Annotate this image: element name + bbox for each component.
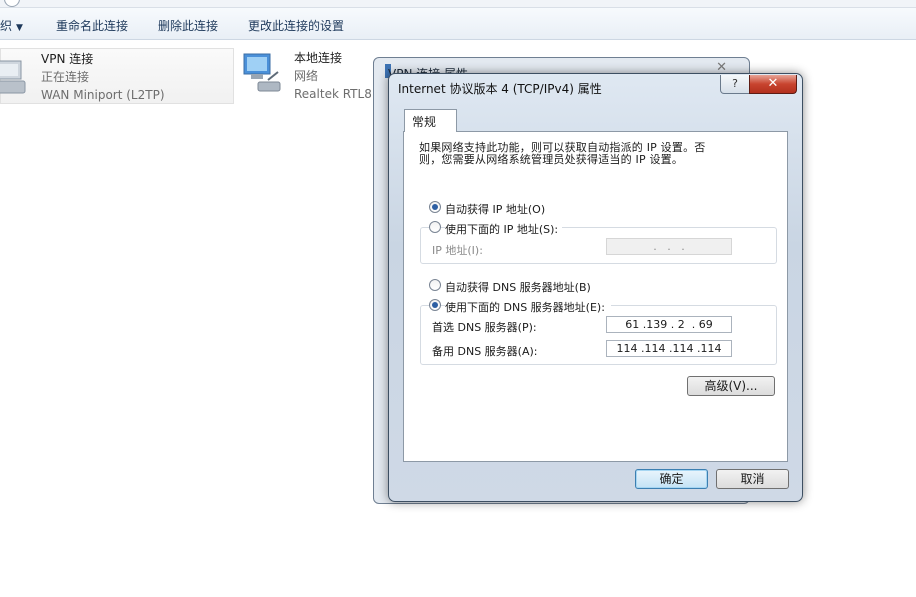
change-connection-settings-button[interactable]: 更改此连接的设置 bbox=[248, 17, 344, 34]
dns-auto-label[interactable]: 自动获得 DNS 服务器地址(B) bbox=[445, 279, 591, 295]
general-panel: 如果网络支持此功能，则可以获取自动指派的 IP 设置。否 则，您需要从网络系统管… bbox=[403, 131, 788, 462]
connection-status: 网络 bbox=[294, 69, 319, 83]
alternate-dns-field[interactable]: 114 .114 .114 .114 bbox=[606, 340, 732, 357]
ip-address-label: IP 地址(I): bbox=[432, 244, 483, 257]
dns-auto-radio[interactable] bbox=[429, 279, 441, 291]
ip-manual-label[interactable]: 使用下面的 IP 地址(S): bbox=[445, 221, 563, 237]
preferred-dns-field[interactable]: 61 .139 . 2 . 69 bbox=[606, 316, 732, 333]
cancel-button[interactable]: 取消 bbox=[716, 469, 789, 489]
preferred-dns-label: 首选 DNS 服务器(P): bbox=[432, 321, 537, 334]
connection-item-local[interactable]: 本地连接 网络 Realtek RTL81 bbox=[240, 48, 390, 104]
ip-address-field[interactable]: . . . bbox=[606, 238, 732, 255]
connection-device: WAN Miniport (L2TP) bbox=[41, 88, 165, 102]
ok-button[interactable]: 确定 bbox=[635, 469, 708, 489]
advanced-button[interactable]: 高级(V)... bbox=[687, 376, 775, 396]
delete-connection-button[interactable]: 删除此连接 bbox=[158, 17, 218, 34]
chevron-down-icon: ▼ bbox=[16, 23, 23, 33]
connection-device: Realtek RTL81 bbox=[294, 87, 380, 101]
window-top-strip bbox=[0, 0, 916, 8]
ip-auto-label[interactable]: 自动获得 IP 地址(O) bbox=[445, 201, 545, 217]
dns-manual-label[interactable]: 使用下面的 DNS 服务器地址(E): bbox=[445, 299, 611, 315]
connection-item-vpn[interactable]: VPN 连接 正在连接 WAN Miniport (L2TP) bbox=[0, 48, 234, 104]
network-connection-icon bbox=[243, 53, 281, 92]
alternate-dns-label: 备用 DNS 服务器(A): bbox=[432, 345, 538, 358]
ipv4-properties-dialog: Internet 协议版本 4 (TCP/IPv4) 属性 ? ✕ 常规 如果网… bbox=[388, 73, 803, 502]
tab-general[interactable]: 常规 bbox=[404, 109, 457, 132]
help-button[interactable]: ? bbox=[720, 75, 750, 94]
dns-manual-radio[interactable] bbox=[429, 299, 441, 311]
dialog-title: Internet 协议版本 4 (TCP/IPv4) 属性 bbox=[398, 82, 602, 96]
connection-name: 本地连接 bbox=[294, 51, 343, 65]
rename-connection-button[interactable]: 重命名此连接 bbox=[56, 17, 128, 34]
command-bar: 织 ▼ 重命名此连接 删除此连接 更改此连接的设置 bbox=[0, 8, 916, 40]
close-button[interactable]: ✕ bbox=[749, 75, 797, 94]
connection-name: VPN 连接 bbox=[41, 52, 94, 66]
vpn-connection-icon bbox=[0, 60, 26, 94]
ip-auto-radio[interactable] bbox=[429, 201, 441, 213]
description-text: 如果网络支持此功能，则可以获取自动指派的 IP 设置。否 则，您需要从网络系统管… bbox=[419, 141, 706, 166]
connection-status: 正在连接 bbox=[41, 70, 90, 84]
organize-menu[interactable]: 织 ▼ bbox=[0, 17, 23, 34]
back-button[interactable] bbox=[4, 0, 20, 7]
ip-manual-radio[interactable] bbox=[429, 221, 441, 233]
